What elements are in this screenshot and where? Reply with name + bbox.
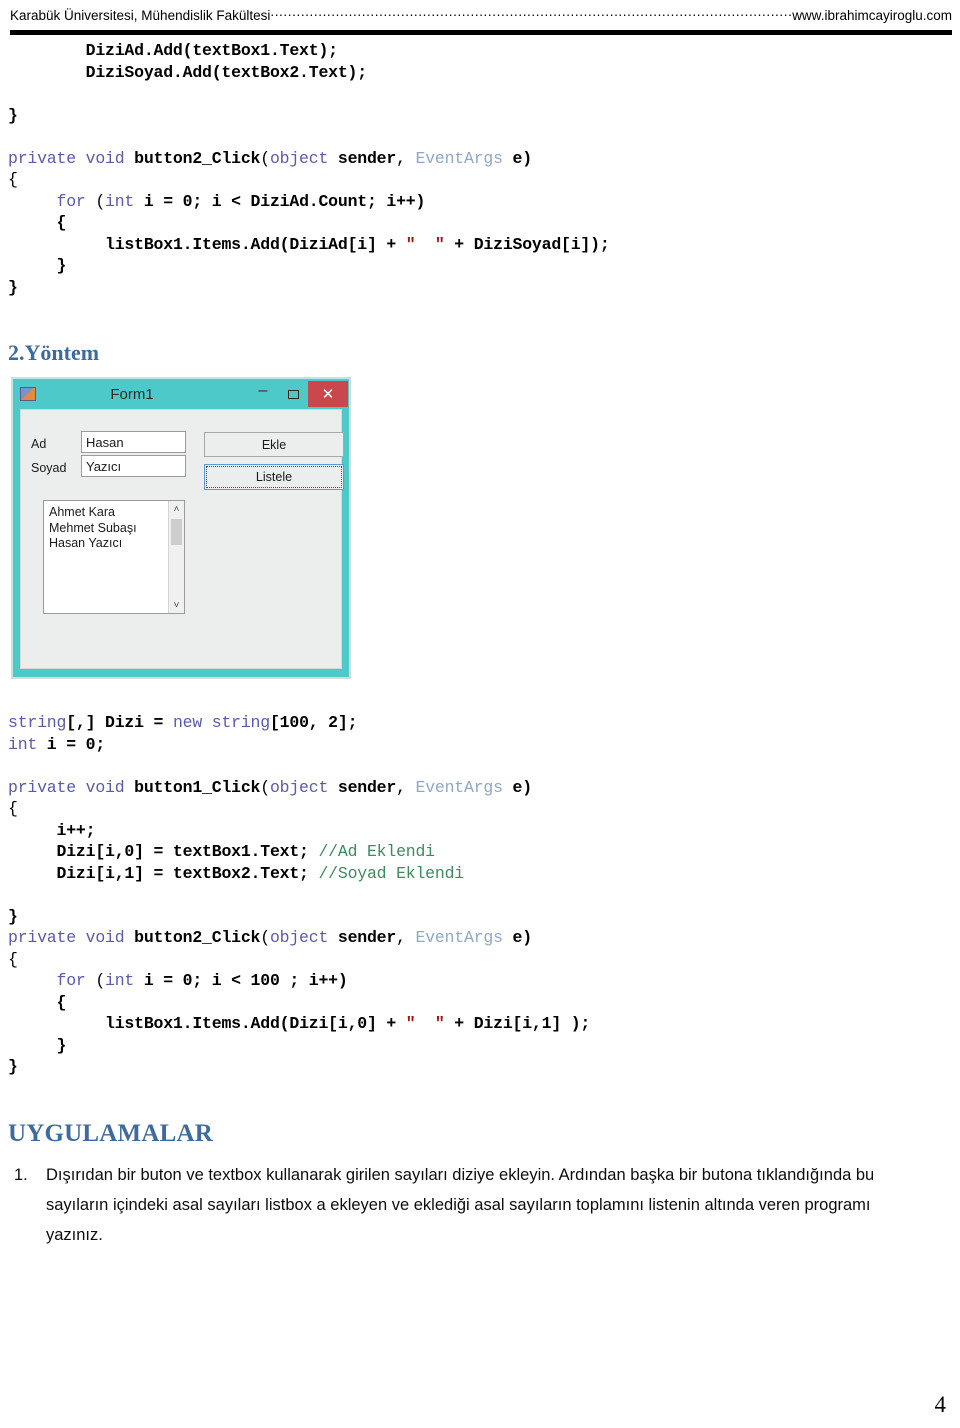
header-website: www.ibrahimcayiroglu.com xyxy=(792,8,952,23)
form-title: Form1 xyxy=(110,385,154,403)
heading-uygulamalar: UYGULAMALAR xyxy=(8,1120,213,1147)
textbox1-ad[interactable]: Hasan xyxy=(81,431,186,453)
heading-yontem: 2.Yöntem xyxy=(8,340,100,365)
listbox1[interactable]: Ahmet Kara Mehmet Subaşı Hasan Yazıcı ˄ … xyxy=(43,500,185,614)
scroll-down-icon[interactable]: ˅ xyxy=(169,597,184,613)
header-divider-rule xyxy=(10,30,952,35)
minimize-icon[interactable]: – xyxy=(248,378,278,411)
maximize-square-glyph xyxy=(287,389,299,399)
page-number: 4 xyxy=(934,1392,947,1417)
button-listele-label: Listele xyxy=(206,466,342,488)
applications-list: 1. Dışırıdan bir buton ve textbox kullan… xyxy=(8,1160,930,1250)
button-listele[interactable]: Listele xyxy=(204,464,344,490)
list-item: 1. Dışırıdan bir buton ve textbox kullan… xyxy=(8,1160,930,1250)
list-item-number: 1. xyxy=(14,1166,28,1184)
windows-form-screenshot: Form1 – ✕ Ad Soyad Hasan Yazıcı Ekle Lis… xyxy=(12,378,350,678)
list-item-text: Dışırıdan bir buton ve textbox kullanara… xyxy=(46,1166,875,1244)
listbox1-items: Ahmet Kara Mehmet Subaşı Hasan Yazıcı xyxy=(49,505,137,550)
close-icon[interactable]: ✕ xyxy=(308,381,348,407)
code-block-dizi-array-method: string[,] Dizi = new string[100, 2]; int… xyxy=(8,713,591,1076)
form-titlebar: Form1 – ✕ xyxy=(13,379,349,409)
header-institution: Karabük Üniversitesi, Mühendislik Fakült… xyxy=(10,8,271,23)
button-ekle[interactable]: Ekle xyxy=(204,432,344,457)
label-ad: Ad xyxy=(31,437,47,451)
page-header: Karabük Üniversitesi, Mühendislik Fakült… xyxy=(10,6,952,30)
code-block-button2-click-list: DiziAd.Add(textBox1.Text); DiziSoyad.Add… xyxy=(8,41,610,297)
form-body: Ad Soyad Hasan Yazıcı Ekle Listele Ahmet… xyxy=(20,409,344,669)
maximize-icon[interactable] xyxy=(278,381,308,407)
label-soyad: Soyad xyxy=(31,461,67,475)
scroll-up-icon[interactable]: ˄ xyxy=(169,501,184,517)
form-app-icon xyxy=(20,387,36,401)
header-dot-leader xyxy=(270,6,792,20)
listbox1-scrollbar[interactable]: ˄ ˅ xyxy=(168,501,184,613)
scrollbar-thumb[interactable] xyxy=(171,519,182,545)
textbox2-soyad[interactable]: Yazıcı xyxy=(81,455,186,477)
